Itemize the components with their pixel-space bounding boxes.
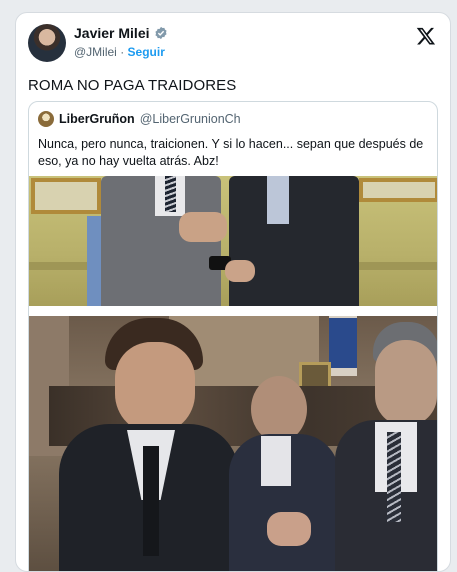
x-logo-icon[interactable] xyxy=(416,26,436,46)
picture-frame-right xyxy=(359,178,437,202)
quote-author-name: LiberGruñon xyxy=(59,112,135,126)
avatar[interactable] xyxy=(28,24,66,62)
quoted-tweet[interactable]: LiberGruñon @LiberGrunionCh Nunca, pero … xyxy=(28,101,438,571)
quote-avatar xyxy=(38,111,54,127)
quote-author-row: LiberGruñon @LiberGrunionCh xyxy=(38,111,241,127)
tv-screen xyxy=(329,318,357,368)
handshake-hands xyxy=(179,212,227,242)
man-middle-shirt xyxy=(261,436,291,486)
quote-text: Nunca, pero nunca, traicionen. Y si lo h… xyxy=(38,137,424,168)
person-right-suit xyxy=(229,176,359,306)
man-right-tie xyxy=(387,432,401,522)
quote-author-handle: @LiberGrunionCh xyxy=(139,112,241,126)
hand-lower xyxy=(225,260,255,282)
author-name[interactable]: Javier Milei xyxy=(74,25,150,41)
man-left-tie xyxy=(143,446,159,556)
person-left-tie xyxy=(165,176,176,212)
handshake-photo[interactable] xyxy=(29,176,437,306)
author-handle[interactable]: @JMilei xyxy=(74,45,117,59)
tweet-card: Javier Milei @JMilei · Seguir ROMA NO PA… xyxy=(15,12,451,572)
verified-badge-icon xyxy=(154,26,167,40)
author-row: Javier Milei xyxy=(74,25,168,41)
man-middle-hand xyxy=(267,512,311,546)
man-middle-head xyxy=(251,376,307,442)
handle-row: @JMilei · Seguir xyxy=(74,45,165,59)
separator-dot: · xyxy=(120,45,125,59)
group-photo[interactable] xyxy=(29,316,437,571)
person-right-shirt xyxy=(267,176,289,224)
follow-button[interactable]: Seguir xyxy=(128,45,165,59)
man-left-face xyxy=(115,342,195,434)
man-right-face xyxy=(375,340,437,426)
tweet-text: ROMA NO PAGA TRAIDORES xyxy=(28,77,237,94)
picture-frame-left xyxy=(31,178,101,214)
